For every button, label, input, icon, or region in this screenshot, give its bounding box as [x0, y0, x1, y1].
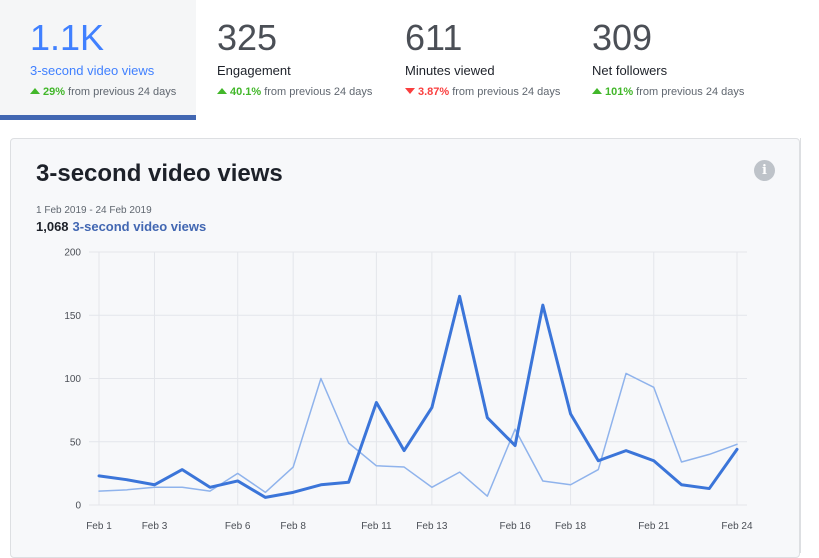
y-tick-label: 200: [64, 248, 81, 259]
stat-value: 1.1K: [30, 17, 105, 58]
chart-card: 3-second video views i 1 Feb 2019 - 24 F…: [10, 138, 800, 558]
y-tick-label: 0: [75, 501, 81, 512]
arrow-up-icon: [30, 88, 40, 94]
change-value: 3.87%: [418, 86, 450, 98]
x-tick-label: Feb 18: [555, 521, 587, 532]
stat-label: Minutes viewed: [405, 63, 495, 78]
change-suffix: from previous 24 days: [452, 86, 561, 98]
change-suffix: from previous 24 days: [264, 86, 373, 98]
stat-change: 40.1% from previous 24 days: [217, 86, 372, 98]
stat-value: 309: [592, 17, 653, 58]
stat-change: 29% from previous 24 days: [30, 86, 176, 98]
y-tick-label: 150: [64, 311, 81, 322]
stat-label: Engagement: [217, 63, 291, 78]
tab-net-followers[interactable]: 309 Net followers 101% from previous 24 d…: [574, 0, 774, 120]
arrow-down-icon: [405, 88, 415, 94]
change-value: 29%: [43, 86, 66, 98]
stat-label: 3-second video views: [30, 63, 155, 78]
tab-engagement[interactable]: 325 Engagement 40.1% from previous 24 day…: [196, 0, 386, 120]
stat-value: 611: [405, 17, 463, 58]
y-tick-label: 50: [70, 437, 82, 448]
stat-label: Net followers: [592, 63, 668, 78]
x-tick-label: Feb 6: [225, 521, 251, 532]
metrics-tabs: 1.1K 3-second video views 29% from previo…: [0, 0, 819, 120]
arrow-up-icon: [592, 88, 602, 94]
x-tick-label: Feb 11: [361, 521, 392, 532]
x-tick-label: Feb 24: [721, 521, 753, 532]
change-value: 101%: [605, 86, 634, 98]
x-tick-label: Feb 13: [416, 521, 448, 532]
x-tick-label: Feb 3: [142, 521, 168, 532]
tab-3-second-video-views[interactable]: 1.1K 3-second video views 29% from previo…: [0, 0, 196, 120]
x-tick-label: Feb 8: [280, 521, 306, 532]
change-value: 40.1%: [230, 86, 262, 98]
x-tick-label: Feb 21: [638, 521, 670, 532]
arrow-up-icon: [217, 88, 227, 94]
line-chart: 0 50 100 150 200 Feb 1 Feb 3 Feb 6 Feb 8 Feb 11 Fe…: [64, 248, 753, 533]
change-suffix: from previous 24 days: [68, 86, 177, 98]
tab-minutes-viewed[interactable]: 611 Minutes viewed 3.87% from previous 24…: [386, 0, 574, 120]
y-tick-label: 100: [64, 374, 81, 385]
series-line-primary: [97, 294, 739, 499]
stat-value: 325: [217, 17, 278, 58]
stat-change: 101% from previous 24 days: [592, 86, 744, 98]
x-tick-label: Feb 1: [86, 521, 112, 532]
side-panel: [800, 138, 819, 553]
change-suffix: from previous 24 days: [636, 86, 745, 98]
stat-change: 3.87% from previous 24 days: [405, 86, 560, 98]
x-tick-label: Feb 16: [500, 521, 532, 532]
